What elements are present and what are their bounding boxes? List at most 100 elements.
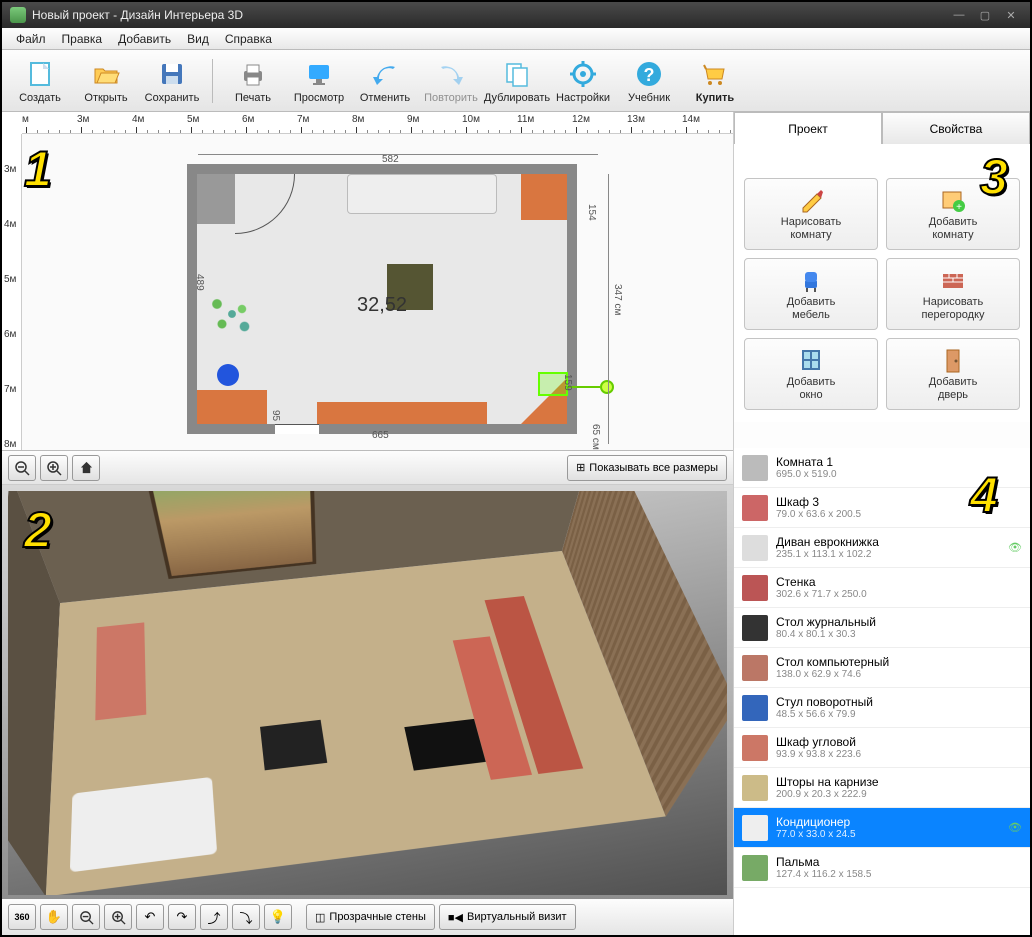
action-label: Добавитьмебель (787, 296, 836, 322)
action-door-button[interactable]: Добавитьдверь (886, 338, 1020, 410)
toolbar-label: Создать (19, 92, 61, 104)
open-icon (90, 58, 122, 90)
selection-handle[interactable] (600, 380, 614, 394)
action-window-button[interactable]: Добавитьокно (744, 338, 878, 410)
toolbar-undo-button[interactable]: Отменить (353, 53, 417, 109)
tilt-up-button[interactable]: ⤴ (200, 904, 228, 930)
show-all-sizes-button[interactable]: ⊞ Показывать все размеры (567, 455, 727, 481)
plan-2d-view[interactable]: м3м4м5м6м7м8м9м10м11м12м13м14м 3м4м5м6м7… (2, 112, 733, 485)
object-item[interactable]: Комната 1695.0 x 519.0 (734, 448, 1030, 488)
ruler-h-tick: 9м (407, 114, 419, 125)
chair-icon (797, 266, 825, 294)
wardrobe[interactable] (197, 174, 235, 224)
toolbar: Создать ОткрытьСохранить Печать ПросмотрОтм… (2, 50, 1030, 112)
object-dimensions: 80.4 x 80.1 x 30.3 (776, 629, 1022, 640)
object-item[interactable]: Пальма127.4 x 116.2 x 158.5 (734, 848, 1030, 888)
close-button[interactable]: ✕ (1000, 7, 1022, 23)
ruler-v-tick: 7м (4, 384, 16, 395)
toolbar-redo-button[interactable]: Повторить (419, 53, 483, 109)
object-name: Шкаф 3 (776, 495, 1022, 509)
ruler-h-tick: 7м (297, 114, 309, 125)
object-dimensions: 48.5 x 56.6 x 79.9 (776, 709, 1022, 720)
object-item[interactable]: Шторы на карнизе200.9 x 20.3 x 222.9 (734, 768, 1030, 808)
ruler-h-tick: 10м (462, 114, 480, 125)
object-dimensions: 235.1 x 113.1 x 102.2 (776, 549, 1008, 560)
menu-1[interactable]: Правка (54, 32, 111, 46)
object-item[interactable]: Стенка302.6 x 71.7 x 250.0 (734, 568, 1030, 608)
menu-4[interactable]: Справка (217, 32, 280, 46)
camera-icon: ■◀ (448, 911, 463, 924)
rotate-360-button[interactable]: 360 (8, 904, 36, 930)
dim-bottom: 665 (372, 430, 389, 441)
door-swing[interactable] (235, 174, 295, 234)
toolbar-buy-button[interactable]: Купить (683, 53, 747, 109)
dim-right-height: 347 см (612, 284, 623, 315)
toolbar-label: Дублировать (484, 92, 550, 104)
menu-3[interactable]: Вид (179, 32, 217, 46)
settings-icon (567, 58, 599, 90)
action-bricks-button[interactable]: Нарисоватьперегородку (886, 258, 1020, 330)
visibility-icon[interactable]: 👁 (1008, 541, 1022, 554)
object-name: Стол компьютерный (776, 655, 1022, 669)
view-3d[interactable]: 360 ✋ ↶ ↷ ⤴ ⤵ 💡 ◫ Прозрачные стены ■◀ Ви… (2, 485, 733, 935)
toolbar-open-button[interactable]: Открыть (74, 53, 138, 109)
menu-2[interactable]: Добавить (110, 32, 179, 46)
object-item[interactable]: Шкаф 379.0 x 63.6 x 200.5 (734, 488, 1030, 528)
zoom-in-3d-button[interactable] (104, 904, 132, 930)
object-item[interactable]: Шкаф угловой93.9 x 93.8 x 223.6 (734, 728, 1030, 768)
object-item[interactable]: Стол журнальный80.4 x 80.1 x 30.3 (734, 608, 1030, 648)
virtual-visit-button[interactable]: ■◀ Виртуальный визит (439, 904, 576, 930)
pan-button[interactable]: ✋ (40, 904, 68, 930)
zoom-out-button[interactable] (8, 455, 36, 481)
home-button[interactable] (72, 455, 100, 481)
toolbar-help-button[interactable]: ?Учебник (617, 53, 681, 109)
zoom-in-button[interactable] (40, 455, 68, 481)
toolbar-print-button[interactable]: Печать (221, 53, 285, 109)
tab-project[interactable]: Проект (734, 112, 882, 144)
ruler-v-tick: 3м (4, 164, 16, 175)
zoom-out-3d-button[interactable] (72, 904, 100, 930)
object-icon (742, 575, 768, 601)
office-chair[interactable] (217, 364, 239, 386)
rotate-left-button[interactable]: ↶ (136, 904, 164, 930)
new-icon (24, 58, 56, 90)
object-item[interactable]: Стол компьютерный138.0 x 62.9 x 74.6 (734, 648, 1030, 688)
wall-unit[interactable] (317, 402, 487, 424)
action-room-add-button[interactable]: +Добавитькомнату (886, 178, 1020, 250)
toolbar-save-button[interactable]: Сохранить (140, 53, 204, 109)
toolbar-label: Повторить (424, 92, 478, 104)
action-label: Добавитькомнату (929, 216, 978, 242)
toolbar-new-button[interactable]: Создать (8, 53, 72, 109)
object-item[interactable]: Диван еврокнижка235.1 x 113.1 x 102.2👁 (734, 528, 1030, 568)
dimensions-icon: ⊞ (576, 461, 585, 474)
palm-plant[interactable] (207, 289, 257, 339)
transparent-walls-button[interactable]: ◫ Прозрачные стены (306, 904, 435, 930)
maximize-button[interactable]: ▢ (974, 7, 996, 23)
action-chair-button[interactable]: Добавитьмебель (744, 258, 878, 330)
door-bottom[interactable] (275, 424, 319, 434)
toolbar-preview-button[interactable]: Просмотр (287, 53, 351, 109)
pencil-icon (797, 186, 825, 214)
visibility-icon[interactable]: 👁 (1008, 821, 1022, 834)
object-item[interactable]: Стул поворотный48.5 x 56.6 x 79.9 (734, 688, 1030, 728)
minimize-button[interactable]: — (948, 7, 970, 23)
object-name: Стенка (776, 575, 1022, 589)
computer-desk[interactable] (197, 390, 267, 424)
corner-wardrobe[interactable] (521, 174, 567, 220)
room-outline[interactable]: 32,52 (187, 164, 577, 434)
object-icon (742, 455, 768, 481)
toolbar-label: Купить (696, 92, 734, 104)
toolbar-settings-button[interactable]: Настройки (551, 53, 615, 109)
object-icon (742, 655, 768, 681)
tilt-down-button[interactable]: ⤵ (232, 904, 260, 930)
action-pencil-button[interactable]: Нарисоватькомнату (744, 178, 878, 250)
rotate-right-button[interactable]: ↷ (168, 904, 196, 930)
toolbar-dup-button[interactable]: Дублировать (485, 53, 549, 109)
light-button[interactable]: 💡 (264, 904, 292, 930)
menu-0[interactable]: Файл (8, 32, 54, 46)
toolbar-label: Печать (235, 92, 271, 104)
object-item[interactable]: Кондиционер77.0 x 33.0 x 24.5👁 (734, 808, 1030, 848)
objects-header (734, 422, 1030, 448)
tab-properties[interactable]: Свойства (882, 112, 1030, 144)
sofa-top[interactable] (347, 174, 497, 214)
